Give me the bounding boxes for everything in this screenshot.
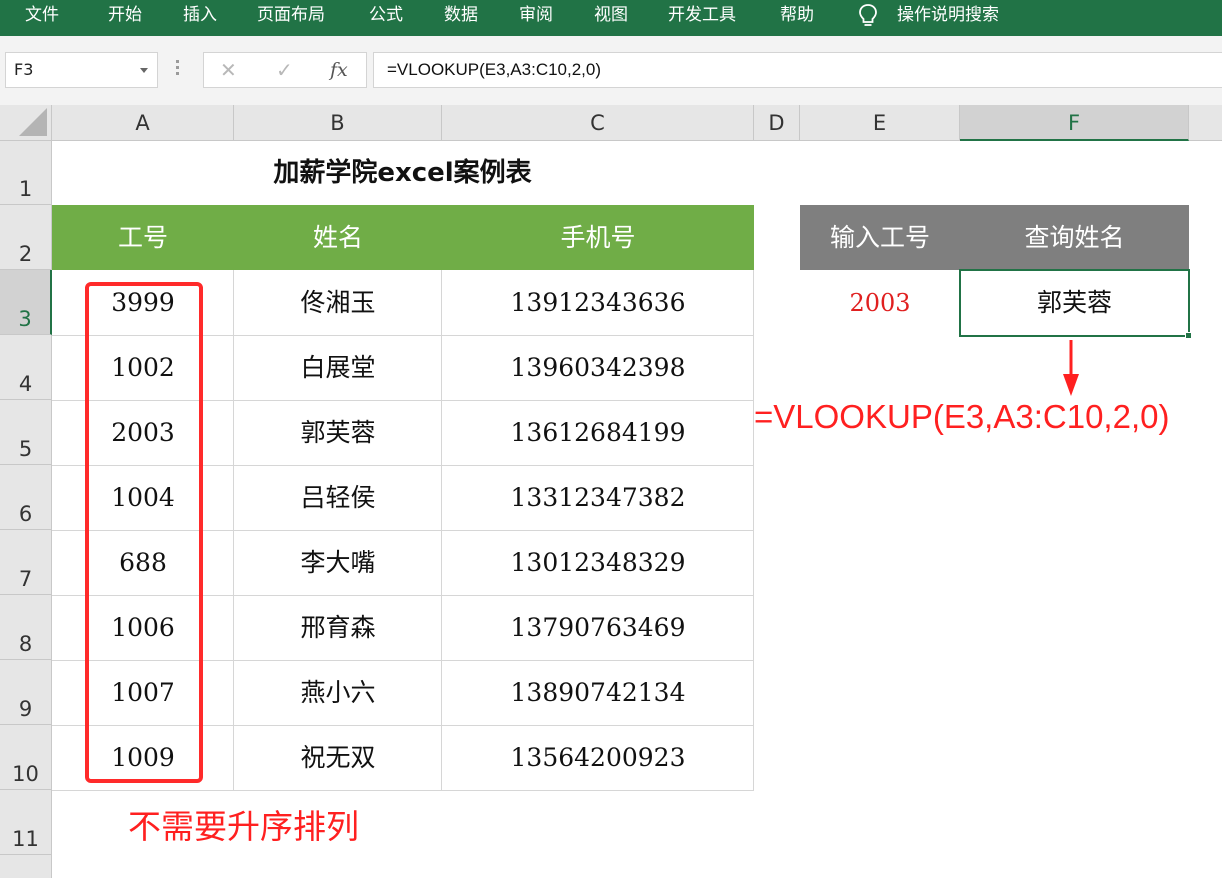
annotation-formula: =VLOOKUP(E3,A3:C10,2,0): [754, 398, 1170, 435]
fill-handle[interactable]: [1185, 332, 1192, 339]
header-phone[interactable]: 手机号: [442, 205, 754, 270]
header-name[interactable]: 姓名: [234, 205, 442, 270]
ribbon-menu-bar: 文件 开始 插入 页面布局 公式 数据 审阅 视图 开发工具 帮助 操作说明搜索: [0, 0, 1222, 36]
cell-phone[interactable]: 13890742134: [442, 661, 754, 725]
select-all-button[interactable]: [0, 105, 52, 141]
row-header-1[interactable]: 1: [0, 141, 52, 205]
formula-bar: F3 ✕ ✓ fx =VLOOKUP(E3,A3:C10,2,0): [0, 36, 1222, 105]
menu-help[interactable]: 帮助: [780, 0, 814, 30]
row-header-6[interactable]: 6: [0, 465, 52, 530]
menu-home[interactable]: 开始: [108, 0, 142, 30]
column-header-empty: [1189, 105, 1222, 141]
row-header-10[interactable]: 10: [0, 725, 52, 790]
row-header-2[interactable]: 2: [0, 205, 52, 270]
cell-phone[interactable]: 13912343636: [442, 271, 754, 335]
column-header-b[interactable]: B: [234, 105, 442, 141]
cell-name[interactable]: 白展堂: [234, 336, 442, 400]
name-box[interactable]: F3: [5, 52, 158, 88]
row-header-4[interactable]: 4: [0, 335, 52, 400]
sheet-title[interactable]: 加薪学院excel案例表: [52, 141, 753, 205]
column-header-d[interactable]: D: [754, 105, 800, 141]
row-header-11[interactable]: 11: [0, 790, 52, 855]
cell-name[interactable]: 郭芙蓉: [234, 401, 442, 465]
highlight-box: [85, 282, 203, 783]
cell-name[interactable]: 佟湘玉: [234, 271, 442, 335]
cell-name[interactable]: 邢育森: [234, 596, 442, 660]
menu-review[interactable]: 审阅: [519, 0, 553, 30]
header-employee-id[interactable]: 工号: [52, 205, 234, 270]
formula-input[interactable]: =VLOOKUP(E3,A3:C10,2,0): [373, 52, 1222, 88]
cancel-icon[interactable]: ✕: [220, 53, 237, 87]
drag-handle-icon[interactable]: [176, 60, 180, 80]
menu-view[interactable]: 视图: [594, 0, 628, 30]
row-header-12[interactable]: [0, 855, 52, 878]
cell-name[interactable]: 吕轻侯: [234, 466, 442, 530]
arrow-down-icon: [1063, 340, 1079, 396]
row-header-7[interactable]: 7: [0, 530, 52, 595]
chevron-down-icon[interactable]: [140, 68, 148, 73]
formula-text: =VLOOKUP(E3,A3:C10,2,0): [387, 60, 602, 79]
column-header-f[interactable]: F: [960, 105, 1189, 141]
tell-me-search[interactable]: 操作说明搜索: [897, 0, 999, 30]
cell-phone[interactable]: 13790763469: [442, 596, 754, 660]
formula-tools: ✕ ✓ fx: [203, 52, 367, 88]
row-header-9[interactable]: 9: [0, 660, 52, 725]
annotation-note: 不需要升序排列: [128, 807, 359, 846]
column-header-e[interactable]: E: [800, 105, 960, 141]
menu-developer[interactable]: 开发工具: [668, 0, 736, 30]
cell-phone[interactable]: 13564200923: [442, 726, 754, 790]
cell-name[interactable]: 燕小六: [234, 661, 442, 725]
cell-name[interactable]: 祝无双: [234, 726, 442, 790]
menu-data[interactable]: 数据: [444, 0, 478, 30]
cell-name[interactable]: 李大嘴: [234, 531, 442, 595]
cell-phone[interactable]: 13312347382: [442, 466, 754, 530]
lookup-input-cell[interactable]: 2003: [800, 271, 960, 335]
cell-phone[interactable]: 13612684199: [442, 401, 754, 465]
menu-insert[interactable]: 插入: [183, 0, 217, 30]
insert-function-icon[interactable]: fx: [330, 53, 348, 87]
lightbulb-icon[interactable]: [857, 3, 879, 29]
name-box-value: F3: [14, 60, 34, 79]
header-query-name[interactable]: 查询姓名: [960, 205, 1189, 270]
menu-formulas[interactable]: 公式: [369, 0, 403, 30]
active-cell-border: [959, 269, 1192, 339]
enter-icon[interactable]: ✓: [276, 53, 293, 87]
menu-file[interactable]: 文件: [25, 0, 59, 30]
menu-page-layout[interactable]: 页面布局: [257, 0, 325, 30]
cell-phone[interactable]: 13012348329: [442, 531, 754, 595]
row-header-8[interactable]: 8: [0, 595, 52, 660]
row-header-3[interactable]: 3: [0, 270, 52, 335]
row-header-5[interactable]: 5: [0, 400, 52, 465]
column-header-c[interactable]: C: [442, 105, 754, 141]
header-input-id[interactable]: 输入工号: [800, 205, 960, 270]
cell-phone[interactable]: 13960342398: [442, 336, 754, 400]
column-header-a[interactable]: A: [52, 105, 234, 141]
